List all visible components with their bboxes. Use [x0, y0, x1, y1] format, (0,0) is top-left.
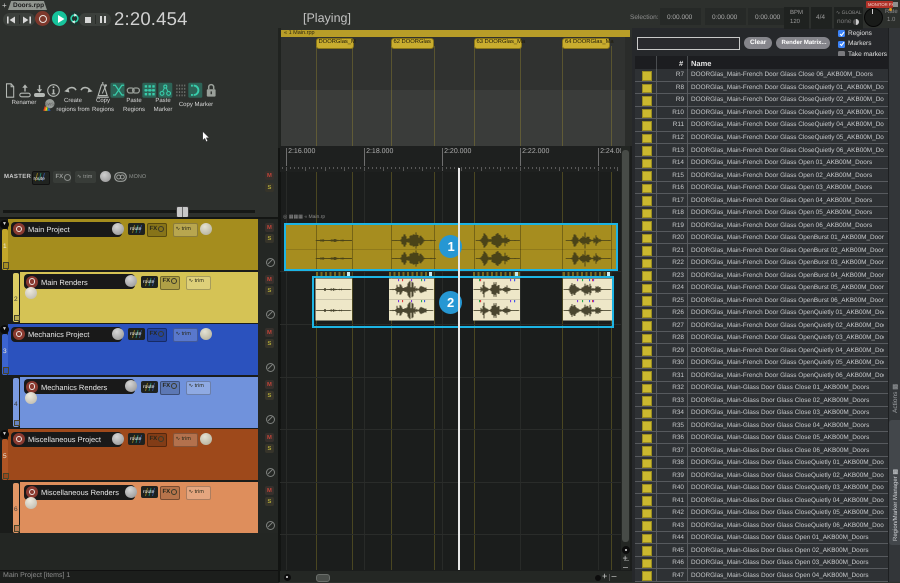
svg-text:SWS: SWS: [45, 101, 54, 105]
